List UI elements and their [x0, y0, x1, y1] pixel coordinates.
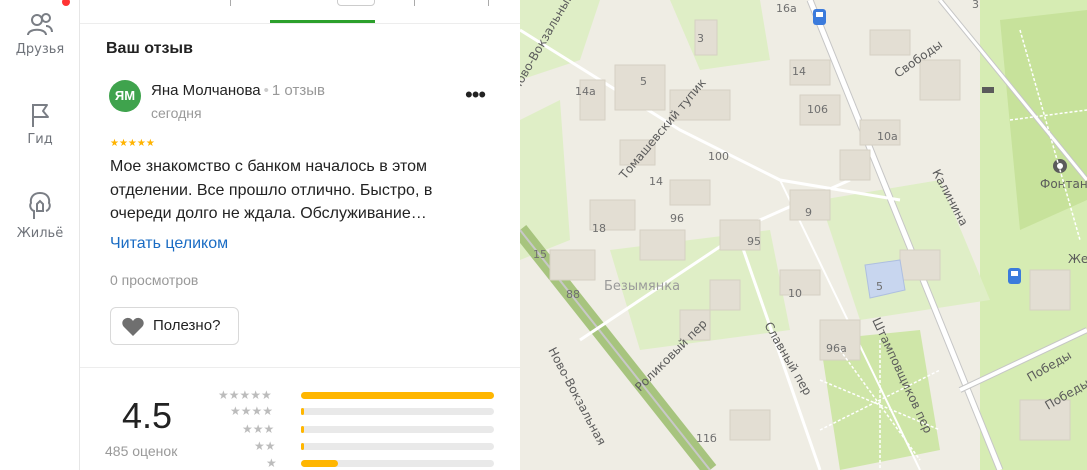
review-text: Мое знакомство с банком началось в этом … [110, 158, 433, 222]
house-number: 9 [805, 206, 812, 219]
review-views: 0 просмотров [110, 272, 199, 288]
useful-label: Полезно? [153, 317, 221, 334]
review-date: сегодня [151, 105, 202, 121]
rating-row-fill [301, 426, 304, 433]
rating-row-stars: ★★ [254, 439, 276, 453]
rating-row-fill [301, 460, 338, 467]
rating-row-fill [301, 443, 304, 450]
tab-separator [414, 0, 415, 6]
left-rail: Друзья Гид Жильё [0, 0, 80, 470]
review-rating-stars: ★★★★★ [110, 138, 155, 149]
sidebar-item-label: Жильё [16, 226, 64, 241]
rating-row-fill [301, 392, 494, 399]
rating-row-stars: ★★★★ [230, 404, 274, 418]
map-view[interactable]: Ново-Вокзальный тупик Томашевский тупик … [520, 0, 1087, 470]
rating-count: 485 оценок [105, 443, 178, 459]
house-number: 16a [776, 2, 797, 15]
flag-icon [32, 104, 49, 127]
read-more-link[interactable]: Читать целиком [110, 235, 228, 253]
tab-active-indicator [270, 20, 375, 23]
author-name[interactable]: Яна Молчанова [151, 82, 261, 99]
rating-average: 4.5 [122, 395, 173, 436]
tab-reviews[interactable] [337, 0, 375, 6]
rating-row-2[interactable]: ★★ [218, 439, 498, 453]
section-divider [80, 367, 520, 368]
house-number: 5 [640, 75, 647, 88]
house-number: 100 [708, 150, 729, 163]
rating-row-stars: ★★★★★ [218, 388, 272, 402]
heart-icon [122, 317, 144, 336]
house-number: 10a [877, 130, 898, 143]
house-number: 88 [566, 288, 580, 301]
map-label-street: Же [1068, 252, 1087, 266]
house-number: 3 [972, 0, 979, 11]
house-number: 14a [575, 85, 596, 98]
bus-stop-icon[interactable] [1008, 268, 1021, 284]
tab-separator [230, 0, 231, 6]
friends-icon [27, 13, 53, 36]
rating-row-bar [301, 408, 494, 415]
house-number: 106 [807, 103, 828, 116]
rating-row-3[interactable]: ★★★ [218, 422, 498, 436]
house-number: 95 [747, 235, 761, 248]
bus-stop-icon[interactable] [813, 9, 826, 25]
house-number: 3 [697, 32, 704, 45]
house-number: 96a [826, 342, 847, 355]
rating-row-bar [301, 392, 494, 399]
rating-row-stars: ★★★ [242, 422, 275, 436]
rating-row-stars: ★ [266, 456, 277, 470]
sidebar-item-guide[interactable]: Гид [0, 102, 80, 147]
more-options-button[interactable]: ••• [465, 84, 486, 106]
rating-row-fill [301, 408, 304, 415]
sidebar-item-housing[interactable]: Жильё [0, 190, 80, 241]
section-title: Ваш отзыв [106, 40, 193, 57]
review-panel: Ваш отзыв ЯМ Яна Молчанова • 1 отзыв сегод… [80, 0, 520, 470]
rating-row-bar [301, 443, 494, 450]
sidebar-item-friends[interactable]: Друзья [0, 12, 80, 57]
notification-dot [62, 0, 70, 6]
house-number: 18 [592, 222, 606, 235]
useful-button[interactable]: Полезно? [110, 307, 239, 345]
house-number: 5 [876, 280, 883, 293]
house-number: 96 [670, 212, 684, 225]
map-label-district: Безымянка [604, 279, 680, 294]
house-number: 15 [533, 248, 547, 261]
house-number: 14 [649, 175, 663, 188]
bench-icon[interactable] [982, 87, 994, 93]
house-icon [29, 192, 51, 219]
house-number: 14 [792, 65, 806, 78]
rating-row-4[interactable]: ★★★★ [218, 404, 498, 418]
avatar[interactable]: ЯМ [109, 80, 141, 112]
author-review-count: 1 отзыв [271, 82, 325, 99]
tabs-strip [80, 0, 520, 24]
rating-row-5[interactable]: ★★★★★ [218, 388, 498, 402]
review-author[interactable]: Яна Молчанова • 1 отзыв [151, 82, 325, 99]
sidebar-item-label: Друзья [15, 42, 65, 57]
author-separator: • [263, 82, 269, 99]
rating-row-1[interactable]: ★ [218, 456, 498, 470]
rating-row-bar [301, 426, 494, 433]
tab-separator [488, 0, 489, 6]
map-canvas[interactable]: Ново-Вокзальный тупик Томашевский тупик … [520, 0, 1087, 470]
house-number: 10 [788, 287, 802, 300]
house-number: 11б [696, 432, 717, 445]
rating-row-bar [301, 460, 494, 467]
sidebar-item-label: Гид [27, 132, 53, 147]
